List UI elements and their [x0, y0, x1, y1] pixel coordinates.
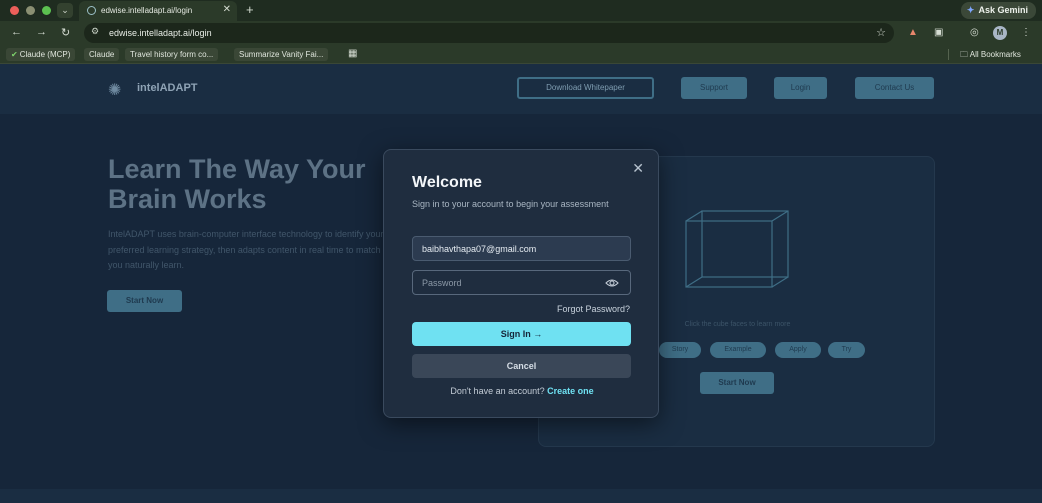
brain-logo-icon: ✺	[108, 82, 122, 99]
bookmark-travel-history[interactable]: Travel history form co...	[125, 48, 219, 61]
login-modal: ✕ Welcome Sign in to your account to beg…	[383, 149, 659, 418]
sync-icon[interactable]: ◎	[970, 27, 979, 38]
modal-subtitle: Sign in to your account to begin your as…	[412, 199, 609, 209]
hero-description: IntelADAPT uses brain-computer interface…	[108, 229, 400, 270]
bookmarks-bar: ✔ Claude (MCP) Claude Travel history form…	[0, 45, 1042, 64]
all-bookmarks[interactable]: 🗀 All Bookmarks	[960, 49, 1021, 63]
pill-story[interactable]: Story	[659, 342, 701, 358]
omnibox[interactable]: ⚙ edwise.intelladapt.ai/login ☆	[84, 23, 894, 43]
close-icon[interactable]: ✕	[632, 160, 644, 177]
site-info-icon[interactable]: ⚙	[91, 26, 99, 37]
divider	[948, 49, 949, 60]
contact-us-button[interactable]: Contact Us	[855, 77, 934, 99]
site-favicon-icon	[87, 6, 96, 15]
forward-arrow-icon[interactable]: →	[36, 26, 47, 38]
bookmark-label: Claude (MCP)	[19, 50, 71, 59]
modal-title: Welcome	[412, 174, 482, 191]
extension-icon[interactable]: ▲	[908, 27, 918, 38]
login-button[interactable]: Login	[774, 77, 827, 99]
ask-gemini-button[interactable]: ✦ Ask Gemini	[960, 2, 1036, 19]
bookmark-claude-mcp[interactable]: ✔ Claude (MCP)	[6, 48, 76, 61]
maximize-window-button[interactable]	[42, 6, 51, 15]
folder-icon: 🗀	[960, 50, 970, 59]
back-arrow-icon[interactable]: ←	[11, 26, 22, 38]
forgot-password-link[interactable]: Forgot Password?	[557, 304, 630, 314]
cancel-button[interactable]: Cancel	[412, 354, 631, 378]
card-start-now-button[interactable]: Start Now	[700, 372, 774, 394]
address-bar-row: ← → ↻ ⚙ edwise.intelladapt.ai/login ☆ ▲ …	[0, 21, 1042, 45]
browser-tab[interactable]: edwise.intelladapt.ai/login ✕	[79, 1, 237, 21]
sign-in-label: Sign In	[500, 329, 531, 339]
more-menu-icon[interactable]: ⋮	[1021, 27, 1031, 38]
reload-icon[interactable]: ↻	[61, 26, 70, 39]
bookmark-claude[interactable]: Claude	[84, 48, 120, 61]
tab-groups-icon[interactable]: ▦	[348, 48, 357, 59]
check-icon: ✔	[11, 50, 18, 59]
bookmark-summarize[interactable]: Summarize Vanity Fai...	[234, 48, 329, 61]
support-button[interactable]: Support	[681, 77, 747, 99]
tab-search-chevron-icon[interactable]: ⌄	[57, 3, 73, 18]
all-bookmarks-label: All Bookmarks	[969, 50, 1021, 59]
new-tab-plus-icon[interactable]: +	[246, 2, 254, 17]
password-field[interactable]	[412, 270, 631, 295]
tab-close-icon[interactable]: ✕	[223, 4, 231, 15]
profile-avatar[interactable]: M	[993, 26, 1007, 40]
url-text[interactable]: edwise.intelladapt.ai/login	[109, 28, 212, 38]
pill-example[interactable]: Example	[710, 342, 766, 358]
site-header: ✺ intelADAPT Download Whitepaper Support…	[0, 64, 1042, 114]
page-footer	[0, 489, 1042, 503]
gemini-sparkle-icon: ✦	[966, 5, 975, 15]
download-whitepaper-button[interactable]: Download Whitepaper	[517, 77, 654, 99]
close-window-button[interactable]	[10, 6, 19, 15]
extensions-puzzle-icon[interactable]: ▣	[934, 27, 943, 38]
create-account-link[interactable]: Create one	[547, 386, 594, 396]
hero-start-now-button[interactable]: Start Now	[107, 290, 182, 312]
sign-in-button[interactable]: Sign In →	[412, 322, 631, 346]
pill-try[interactable]: Try	[828, 342, 865, 358]
pill-apply[interactable]: Apply	[775, 342, 821, 358]
email-field[interactable]	[412, 236, 631, 261]
hero-title: Learn The Way Your Brain Works	[108, 154, 366, 214]
minimize-window-button[interactable]	[26, 6, 35, 15]
browser-tab-bar: ⌄ edwise.intelladapt.ai/login ✕ + ✦ Ask G…	[0, 0, 1042, 21]
ask-gemini-label: Ask Gemini	[978, 5, 1028, 15]
eye-icon[interactable]	[605, 276, 619, 290]
signup-row: Don't have an account? Create one	[384, 386, 660, 396]
site-logo-text: intelADAPT	[137, 82, 198, 94]
arrow-right-icon: →	[533, 329, 543, 339]
tab-title: edwise.intelladapt.ai/login	[101, 6, 193, 15]
bookmark-star-icon[interactable]: ☆	[876, 26, 886, 39]
learning-cube-icon[interactable]	[682, 207, 792, 292]
signup-prompt: Don't have an account?	[450, 386, 545, 396]
